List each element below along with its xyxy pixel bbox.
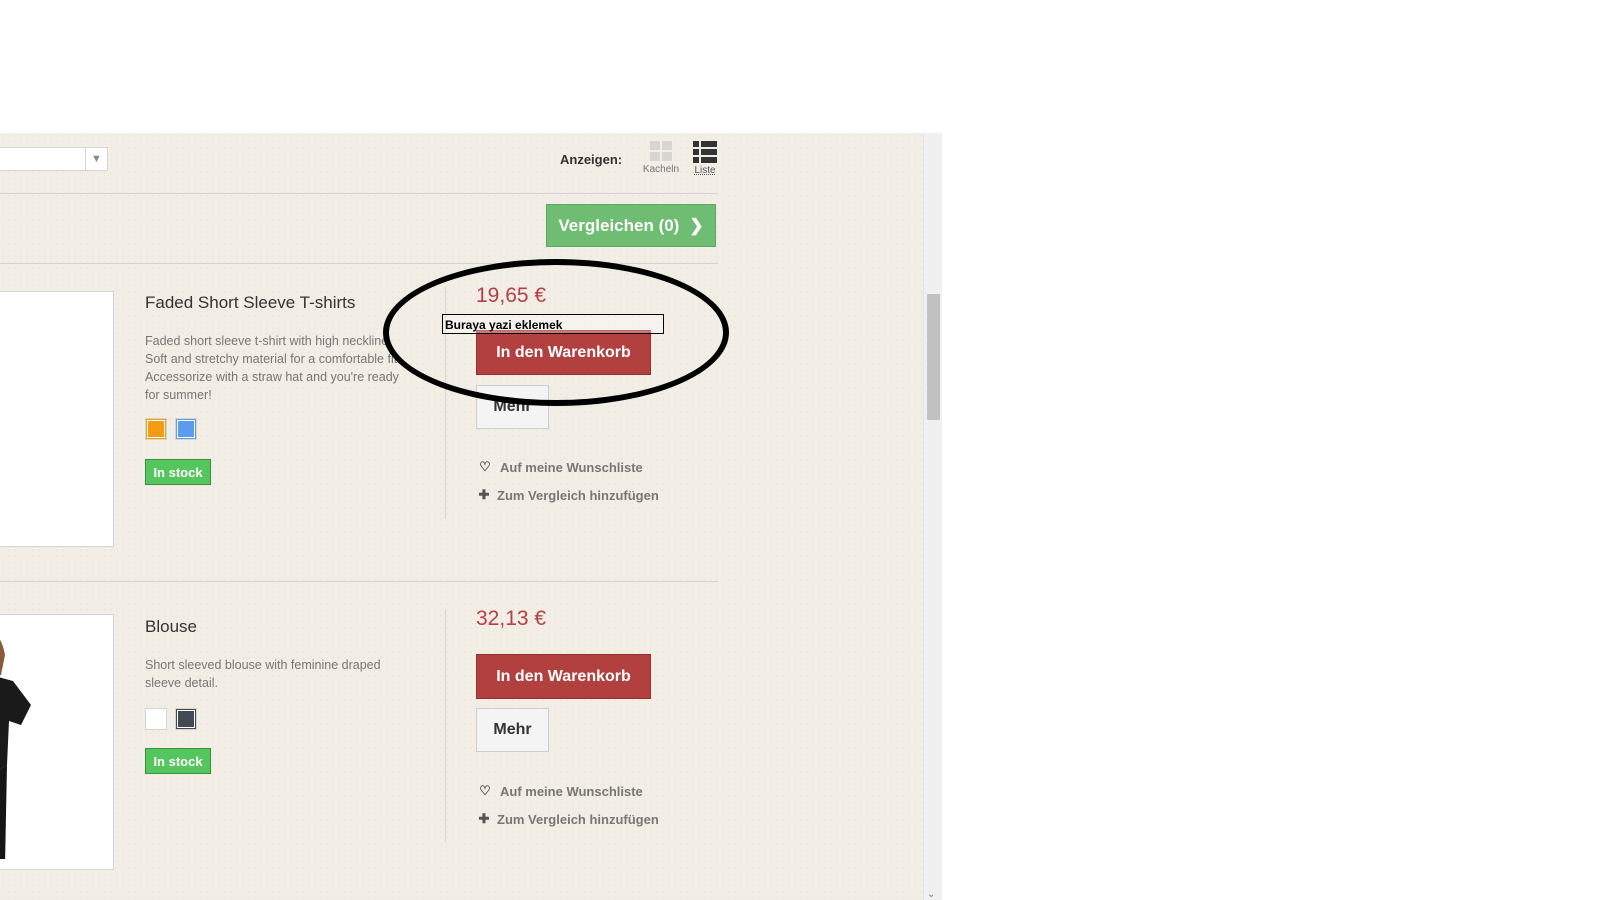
- add-to-compare-link[interactable]: ✚ Zum Vergleich hinzufügen: [477, 487, 659, 503]
- scroll-down-arrow-icon[interactable]: ⌄: [927, 889, 935, 900]
- divider: [0, 193, 718, 194]
- view-label: Anzeigen:: [560, 152, 623, 167]
- product-list-page: ▼ Anzeigen: Kacheln Liste Vergleichen (0…: [0, 133, 923, 900]
- product-name[interactable]: Faded Short Sleeve T-shirts: [145, 293, 355, 313]
- product-name[interactable]: Blouse: [145, 617, 197, 637]
- color-swatch-blue[interactable]: [175, 418, 197, 440]
- heart-icon: ♡: [479, 783, 491, 798]
- compare-button-label: Vergleichen (0): [558, 215, 680, 235]
- scrollbar-thumb[interactable]: [927, 294, 940, 420]
- chevron-down-icon[interactable]: ▼: [85, 148, 107, 170]
- more-button[interactable]: Mehr: [476, 708, 549, 752]
- product-image[interactable]: [0, 291, 114, 547]
- wishlist-link[interactable]: ♡ Auf meine Wunschliste: [478, 783, 643, 799]
- list-icon: [693, 141, 717, 163]
- color-swatch-orange[interactable]: [145, 418, 167, 440]
- divider: [0, 581, 718, 582]
- product-price: 32,13 €: [476, 607, 547, 630]
- grid-icon: [650, 141, 672, 161]
- wishlist-link[interactable]: ♡ Auf meine Wunschliste: [478, 459, 643, 475]
- model-photo: [0, 639, 31, 859]
- color-swatch-white[interactable]: [145, 708, 167, 730]
- view-grid-label: Kacheln: [642, 164, 680, 175]
- model-photo: [0, 322, 21, 522]
- stock-badge: In stock: [145, 748, 211, 774]
- view-grid-button[interactable]: Kacheln: [640, 141, 682, 175]
- product-description: Faded short sleeve t-shirt with high nec…: [145, 334, 401, 402]
- compare-button[interactable]: Vergleichen (0) ❯: [546, 204, 716, 247]
- add-to-compare-link[interactable]: ✚ Zum Vergleich hinzufügen: [477, 811, 659, 827]
- vertical-scrollbar[interactable]: ⌄: [923, 133, 942, 900]
- view-list-label: Liste: [694, 165, 716, 176]
- color-swatch-dark-gray[interactable]: [175, 708, 197, 730]
- annotation-text-box: Buraya yazi eklemek: [442, 314, 664, 334]
- plus-icon: ✚: [478, 811, 490, 826]
- view-list-button[interactable]: Liste: [690, 141, 720, 176]
- divider: [445, 610, 446, 842]
- chevron-right-icon: ❯: [689, 215, 704, 235]
- plus-icon: ✚: [478, 487, 490, 502]
- product-description: Short sleeved blouse with feminine drape…: [145, 658, 381, 690]
- product-image[interactable]: [0, 614, 114, 870]
- stock-badge: In stock: [145, 459, 211, 485]
- add-to-cart-button[interactable]: In den Warenkorb: [476, 654, 651, 699]
- sort-select[interactable]: ▼: [0, 147, 108, 171]
- heart-icon: ♡: [479, 459, 491, 474]
